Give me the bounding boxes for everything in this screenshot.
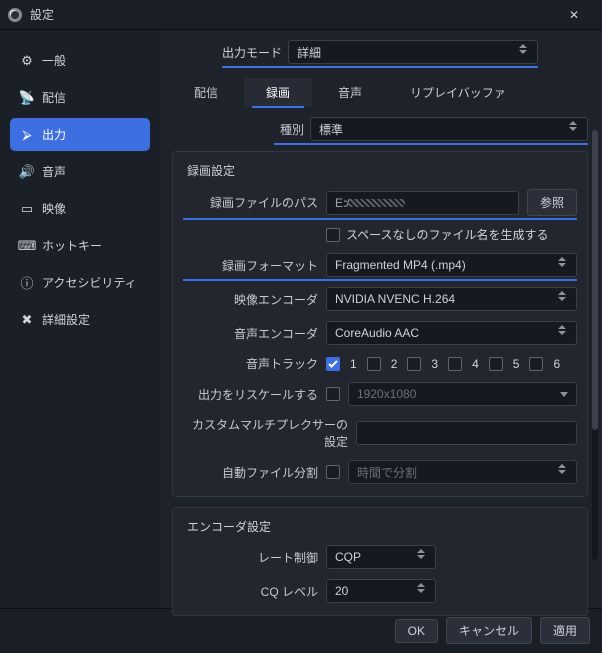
monitor-icon: ▭ <box>20 202 34 216</box>
sidebar-label: 詳細設定 <box>42 311 90 328</box>
track-1-checkbox[interactable] <box>326 357 340 371</box>
rec-path-input[interactable]: E:/ <box>326 191 519 215</box>
sidebar-label: 映像 <box>42 200 66 217</box>
sidebar-item-video[interactable]: ▭ 映像 <box>10 192 150 225</box>
close-button[interactable]: ✕ <box>554 1 594 29</box>
mux-input[interactable] <box>356 421 577 445</box>
rate-label: レート制御 <box>183 549 318 566</box>
spinner-icon <box>558 325 570 335</box>
cq-level-input[interactable]: 20 <box>326 579 436 603</box>
spinner-icon <box>558 257 570 267</box>
track-6-checkbox[interactable] <box>529 357 543 371</box>
ok-button[interactable]: OK <box>395 619 438 643</box>
sidebar-item-output[interactable]: ⮚ 出力 <box>10 118 150 151</box>
format-select[interactable]: Fragmented MP4 (.mp4) <box>326 253 577 277</box>
video-encoder-select[interactable]: NVIDIA NVENC H.264 <box>326 287 577 311</box>
rate-control-select[interactable]: CQP <box>326 545 436 569</box>
rec-path-label: 録画ファイルのパス <box>183 194 318 211</box>
sidebar-item-general[interactable]: ⚙ 一般 <box>10 44 150 77</box>
format-label: 録画フォーマット <box>183 257 318 274</box>
spinner-icon <box>569 121 581 131</box>
tab-record[interactable]: 録画 <box>244 78 312 107</box>
scrollbar-thumb[interactable] <box>592 130 598 430</box>
type-label: 種別 <box>274 121 304 138</box>
apply-button[interactable]: 適用 <box>540 617 590 644</box>
spinner-icon <box>519 44 531 54</box>
scrollbar[interactable] <box>592 130 598 560</box>
nospace-label: スペースなしのファイル名を生成する <box>346 226 549 243</box>
output-mode-label: 出力モード <box>222 44 282 61</box>
audio-encoder-select[interactable]: CoreAudio AAC <box>326 321 577 345</box>
chevron-down-icon <box>560 392 568 397</box>
section-title: 録画設定 <box>187 162 577 179</box>
output-icon: ⮚ <box>20 128 34 142</box>
sidebar-label: 音声 <box>42 163 66 180</box>
spinner-icon <box>417 549 429 559</box>
tracks-label: 音声トラック <box>183 355 318 372</box>
sidebar-label: 配信 <box>42 89 66 106</box>
type-select[interactable]: 標準 <box>310 117 588 141</box>
rescale-checkbox[interactable] <box>326 387 340 401</box>
app-logo-icon <box>8 8 22 22</box>
sidebar-item-accessibility[interactable]: ⓘ アクセシビリティ <box>10 266 150 299</box>
gear-icon: ⚙ <box>20 54 34 68</box>
sidebar-label: 出力 <box>42 126 66 143</box>
close-icon: ✕ <box>569 8 579 22</box>
sidebar-item-audio[interactable]: 🔊 音声 <box>10 155 150 188</box>
tab-replay[interactable]: リプレイバッファ <box>388 78 528 107</box>
sidebar-label: 一般 <box>42 52 66 69</box>
output-tabs: 配信 録画 音声 リプレイバッファ <box>172 78 588 107</box>
autosplit-select[interactable]: 時間で分割 <box>348 460 577 484</box>
spinner-icon <box>558 464 570 474</box>
audio-tracks: 1 2 3 4 5 6 <box>326 357 560 371</box>
aenc-label: 音声エンコーダ <box>183 325 318 342</box>
sidebar-item-hotkeys[interactable]: ⌨ ホットキー <box>10 229 150 262</box>
cq-label: CQ レベル <box>183 583 318 600</box>
antenna-icon: 📡 <box>20 91 34 105</box>
encoder-section: エンコーダ設定 レート制御 CQP CQ レベル 20 <box>172 507 588 616</box>
autosplit-checkbox[interactable] <box>326 465 340 479</box>
output-mode-select[interactable]: 詳細 <box>288 40 538 64</box>
track-5-checkbox[interactable] <box>489 357 503 371</box>
info-icon: ⓘ <box>20 276 34 290</box>
sidebar: ⚙ 一般 📡 配信 ⮚ 出力 🔊 音声 ▭ 映像 ⌨ ホットキー ⓘ アクセシビリティ ✖ 詳細… <box>0 30 160 608</box>
titlebar: 設定 ✕ <box>0 0 602 30</box>
tab-audio[interactable]: 音声 <box>316 78 384 107</box>
recording-section: 録画設定 録画ファイルのパス E:/ 参照 スペースなしのファイル名を生成する … <box>172 151 588 497</box>
browse-button[interactable]: 参照 <box>527 189 577 216</box>
content-panel: 出力モード 詳細 配信 録画 音声 リプレイバッファ 種別 標準 録画設定 録画… <box>160 30 602 608</box>
track-4-checkbox[interactable] <box>448 357 462 371</box>
tools-icon: ✖ <box>20 313 34 327</box>
track-3-checkbox[interactable] <box>407 357 421 371</box>
sidebar-label: ホットキー <box>42 237 102 254</box>
sidebar-item-stream[interactable]: 📡 配信 <box>10 81 150 114</box>
mux-label: カスタムマルチプレクサーの設定 <box>183 416 348 450</box>
cancel-button[interactable]: キャンセル <box>446 617 532 644</box>
rescale-select[interactable]: 1920x1080 <box>348 382 577 406</box>
speaker-icon: 🔊 <box>20 165 34 179</box>
venc-label: 映像エンコーダ <box>183 291 318 308</box>
keyboard-icon: ⌨ <box>20 239 34 253</box>
autosplit-label: 自動ファイル分割 <box>183 464 318 481</box>
spinner-icon <box>558 291 570 301</box>
window-title: 設定 <box>30 6 554 23</box>
rescale-label: 出力をリスケールする <box>183 386 318 403</box>
tab-stream[interactable]: 配信 <box>172 78 240 107</box>
sidebar-item-advanced[interactable]: ✖ 詳細設定 <box>10 303 150 336</box>
sidebar-label: アクセシビリティ <box>42 274 137 291</box>
section-title: エンコーダ設定 <box>187 518 577 535</box>
spinner-icon <box>417 583 429 593</box>
track-2-checkbox[interactable] <box>367 357 381 371</box>
nospace-checkbox[interactable] <box>326 228 340 242</box>
